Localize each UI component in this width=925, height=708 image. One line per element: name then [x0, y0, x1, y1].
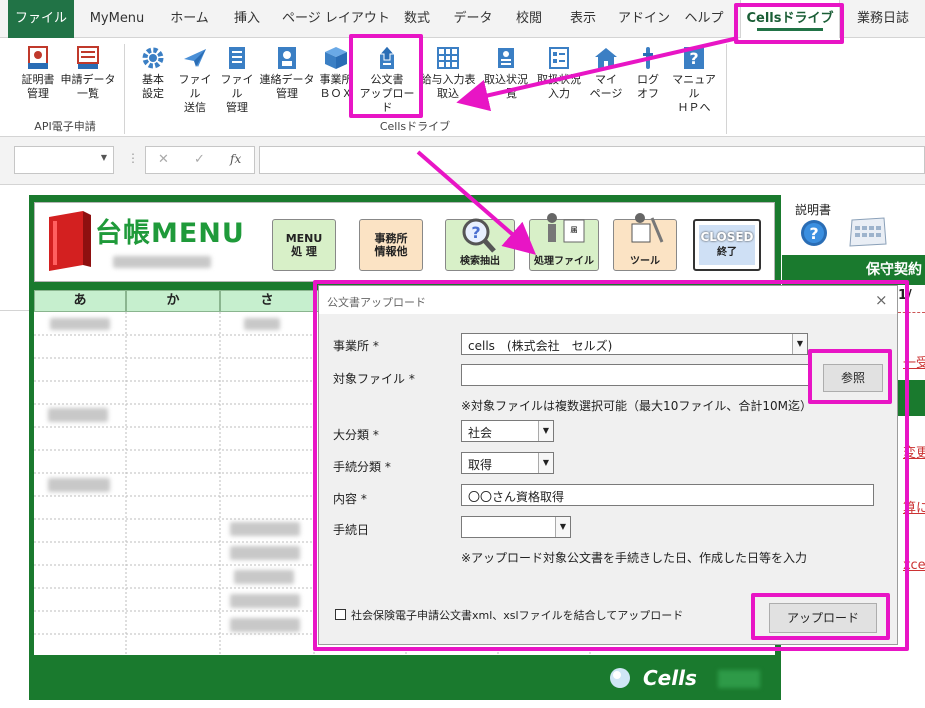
arrow	[456, 36, 739, 112]
arrow	[416, 150, 537, 255]
annotation-arrows	[416, 36, 739, 255]
